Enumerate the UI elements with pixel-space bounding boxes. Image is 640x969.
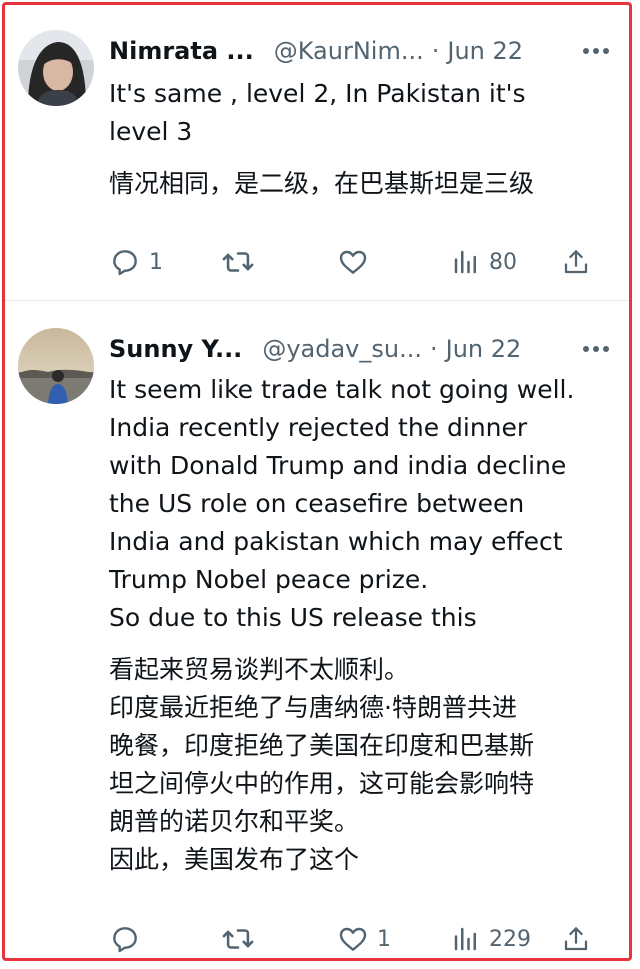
share-button[interactable] (561, 919, 591, 958)
retweet-icon (222, 929, 254, 949)
share-icon (564, 927, 588, 951)
views-icon (454, 927, 476, 951)
like-button[interactable] (337, 242, 377, 282)
author-name[interactable]: Sunny Y... (109, 335, 242, 363)
views-button[interactable]: 229 (451, 919, 531, 958)
author-name[interactable]: Nimrata ... (109, 37, 254, 65)
tweet-date[interactable]: Jun 22 (446, 335, 522, 363)
tweet-header: Nimrata ... @KaurNim... · Jun 22 (109, 34, 613, 68)
screenshot-frame: Nimrata ... @KaurNim... · Jun 22 It's sa… (2, 2, 632, 961)
reply-icon (113, 250, 137, 276)
reply-button[interactable]: 1 (109, 242, 163, 282)
tweet-translation: 情况相同，是二级，在巴基斯坦是三级 (109, 169, 535, 198)
tweet[interactable]: Sunny Y... @yadav_su... · Jun 22 It seem… (5, 301, 629, 958)
avatar[interactable] (18, 328, 94, 404)
like-count: 1 (377, 926, 391, 952)
separator: · (431, 37, 440, 65)
retweet-button[interactable] (221, 919, 263, 958)
more-icon[interactable] (579, 34, 613, 68)
tweet-date[interactable]: Jun 22 (447, 37, 523, 65)
share-button[interactable] (561, 242, 591, 282)
tweet-text: It's same , level 2, In Pakistan it's le… (109, 79, 526, 146)
separator: · (429, 335, 438, 363)
retweet-button[interactable] (221, 242, 263, 282)
share-icon (564, 250, 588, 274)
views-count: 80 (489, 249, 517, 275)
tweet-text: It seem like trade talk not going well. … (109, 375, 575, 632)
like-icon (339, 927, 367, 951)
author-handle[interactable]: @KaurNim... (274, 37, 424, 65)
like-icon (339, 250, 367, 274)
reply-count: 1 (149, 249, 163, 275)
avatar-image (18, 328, 94, 404)
retweet-icon (222, 252, 254, 272)
views-icon (454, 250, 476, 274)
views-button[interactable]: 80 (451, 242, 517, 282)
author-handle[interactable]: @yadav_su... (262, 335, 422, 363)
like-button[interactable]: 1 (337, 919, 391, 958)
tweet[interactable]: Nimrata ... @KaurNim... · Jun 22 It's sa… (5, 5, 629, 300)
views-count: 229 (489, 926, 531, 952)
avatar[interactable] (18, 30, 94, 106)
tweet-actions: 1 229 (109, 919, 613, 958)
tweet-actions: 1 80 (109, 242, 613, 282)
avatar-image (18, 30, 94, 106)
reply-icon (113, 927, 137, 953)
tweet-translation: 看起来贸易谈判不太顺利。 印度最近拒绝了与唐纳德·特朗普共进 晚餐，印度拒绝了美… (109, 655, 535, 874)
tweet-header: Sunny Y... @yadav_su... · Jun 22 (109, 332, 613, 366)
more-icon[interactable] (579, 332, 613, 366)
reply-button[interactable] (109, 919, 149, 958)
